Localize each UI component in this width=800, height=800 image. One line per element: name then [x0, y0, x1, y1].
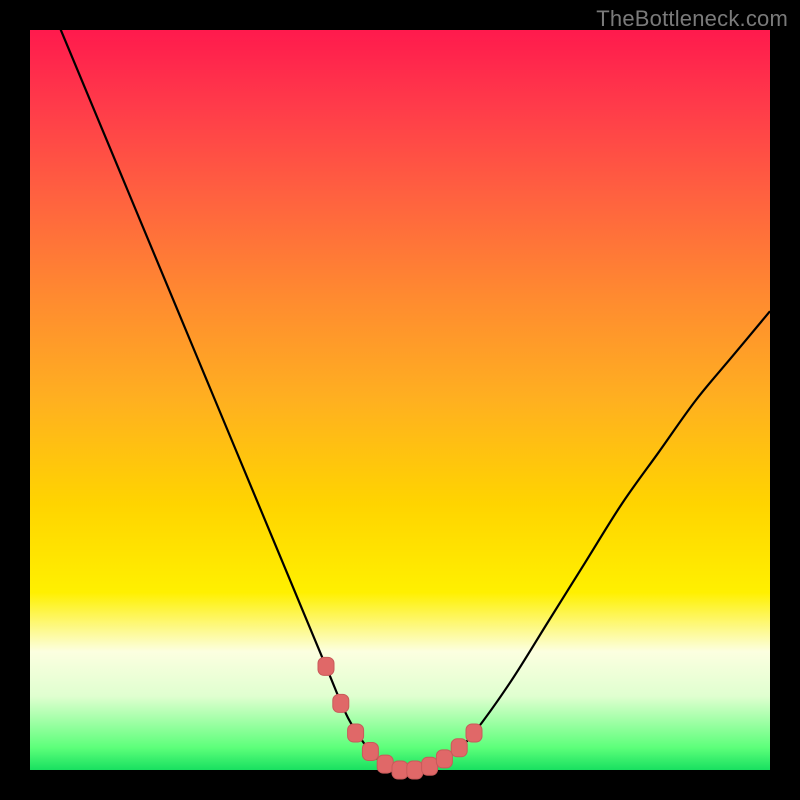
- highlight-marker: [362, 743, 378, 761]
- highlight-marker: [466, 724, 482, 742]
- highlight-marker: [451, 739, 467, 757]
- highlight-marker: [422, 757, 438, 775]
- watermark-text: TheBottleneck.com: [596, 6, 788, 32]
- highlight-marker: [348, 724, 364, 742]
- highlight-marker: [318, 657, 334, 675]
- highlight-marker: [333, 694, 349, 712]
- highlight-marker: [392, 761, 408, 779]
- highlight-marker: [377, 755, 393, 773]
- marker-group: [318, 657, 482, 779]
- bottleneck-chart: [30, 30, 770, 770]
- highlight-marker: [436, 750, 452, 768]
- plot-area: [30, 30, 770, 770]
- chart-frame: TheBottleneck.com: [0, 0, 800, 800]
- highlight-marker: [407, 761, 423, 779]
- bottleneck-curve: [30, 0, 770, 771]
